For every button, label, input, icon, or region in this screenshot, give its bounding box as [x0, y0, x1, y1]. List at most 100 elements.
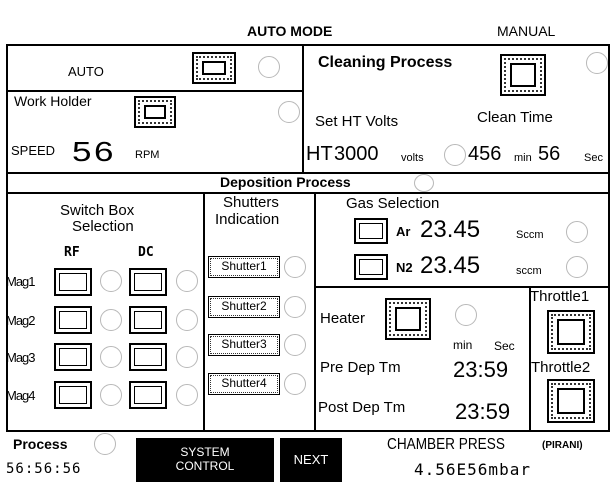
chamber-press-value: 4.56E56mbar — [414, 460, 531, 479]
mag2-dc-indicator — [176, 309, 198, 331]
ar-button[interactable] — [354, 218, 388, 244]
clean-sec-value: 56 — [538, 143, 561, 165]
divider — [6, 192, 610, 194]
pirani-label: (PIRANI) — [542, 440, 583, 451]
throttle2-button[interactable] — [547, 379, 595, 423]
speed-unit: RPM — [135, 149, 160, 161]
heater-button[interactable] — [385, 298, 431, 340]
clean-time-label: Clean Time — [477, 109, 553, 126]
shutter2-button[interactable]: Shutter2 — [208, 296, 280, 318]
n2-unit: sccm — [516, 265, 542, 277]
manual-label[interactable]: MANUAL — [497, 23, 555, 39]
pre-dep-value: 23:59 — [453, 357, 509, 382]
sec-header: Sec — [494, 339, 515, 353]
shutter3-indicator — [284, 334, 306, 356]
ar-unit: Sccm — [516, 229, 544, 241]
post-dep-value: 23:59 — [455, 399, 511, 424]
cleaning-title: Cleaning Process — [318, 54, 453, 71]
next-button[interactable]: NEXT — [280, 438, 342, 482]
mag3-dc-indicator — [176, 346, 198, 368]
shutters-title-2: Indication — [215, 211, 280, 228]
n2-button[interactable] — [354, 254, 388, 280]
shutters-title: Shutters — [223, 194, 279, 211]
speed-label: SPEED — [11, 143, 56, 158]
divider — [203, 192, 205, 432]
rf-label: RF — [64, 245, 80, 260]
switch-box-title-2: Selection — [72, 218, 134, 235]
mag2-dc-button[interactable] — [129, 306, 167, 334]
heater-label: Heater — [320, 310, 366, 327]
mag-label: Mag1 — [6, 274, 36, 289]
auto-label: AUTO — [68, 64, 104, 79]
divider — [314, 192, 316, 432]
auto-indicator — [258, 56, 280, 78]
shutter4-indicator — [284, 373, 306, 395]
mag1-dc-indicator — [176, 270, 198, 292]
mag4-rf-indicator — [100, 384, 122, 406]
mag-label: Mag4 — [6, 388, 36, 403]
heater-indicator — [455, 304, 477, 326]
cleaning-button[interactable] — [500, 54, 546, 96]
throttle2-label: Throttle2 — [531, 359, 591, 376]
system-control-button[interactable]: SYSTEM CONTROL — [136, 438, 274, 482]
work-holder-indicator — [278, 101, 300, 123]
system-control-text-2: CONTROL — [175, 459, 235, 473]
clean-sec-unit: Sec — [584, 152, 603, 164]
mag3-dc-button[interactable] — [129, 343, 167, 371]
ar-value: 23.45 — [420, 216, 481, 243]
auto-button[interactable] — [192, 52, 236, 84]
n2-label: N2 — [396, 260, 413, 275]
mag1-rf-button[interactable] — [54, 268, 92, 296]
switch-box-title: Switch Box — [60, 202, 135, 219]
ar-label: Ar — [396, 224, 411, 239]
gas-title: Gas Selection — [346, 195, 440, 212]
throttle1-button[interactable] — [547, 310, 595, 354]
page-title: AUTO MODE — [247, 23, 333, 39]
pre-dep-label: Pre Dep Tm — [320, 359, 401, 376]
shutter1-button[interactable]: Shutter1 — [208, 256, 280, 278]
set-ht-label: Set HT Volts — [315, 113, 399, 130]
next-label: NEXT — [293, 452, 329, 467]
mag3-rf-button[interactable] — [54, 343, 92, 371]
throttle1-label: Throttle1 — [530, 288, 590, 305]
mag2-rf-indicator — [100, 309, 122, 331]
process-label: Process — [13, 436, 68, 452]
dc-label: DC — [138, 245, 154, 260]
shutter3-button[interactable]: Shutter3 — [208, 334, 280, 356]
divider — [6, 90, 304, 92]
ht-prefix: HT — [306, 143, 333, 165]
mag4-dc-button[interactable] — [129, 381, 167, 409]
speed-value: 56 — [72, 136, 116, 167]
work-holder-label: Work Holder — [14, 93, 92, 109]
shutter4-button[interactable]: Shutter4 — [208, 373, 280, 395]
min-header: min — [453, 338, 473, 352]
post-dep-label: Post Dep Tm — [318, 399, 406, 416]
mag4-dc-indicator — [176, 384, 198, 406]
ht-indicator — [444, 144, 466, 166]
n2-indicator — [566, 256, 588, 278]
mag-label: Mag2 — [6, 313, 36, 328]
ht-unit: volts — [401, 152, 424, 164]
n2-value: 23.45 — [420, 252, 481, 279]
deposition-indicator — [414, 174, 434, 192]
clean-min-value: 456 — [468, 143, 502, 165]
mag2-rf-button[interactable] — [54, 306, 92, 334]
divider — [302, 44, 304, 174]
shutter1-indicator — [284, 256, 306, 278]
mag-label: Mag3 — [6, 350, 36, 365]
mag1-rf-indicator — [100, 270, 122, 292]
system-control-text-1: SYSTEM — [180, 445, 230, 459]
mag3-rf-indicator — [100, 346, 122, 368]
deposition-title: Deposition Process — [220, 174, 351, 190]
clean-min-unit: min — [514, 152, 532, 164]
shutter2-indicator — [284, 296, 306, 318]
work-holder-button[interactable] — [134, 96, 176, 128]
mag1-dc-button[interactable] — [129, 268, 167, 296]
mag4-rf-button[interactable] — [54, 381, 92, 409]
cleaning-indicator — [586, 52, 608, 74]
process-time: 56:56:56 — [6, 461, 82, 477]
chamber-press-label: CHAMBER PRESS — [387, 436, 505, 453]
ar-indicator — [566, 221, 588, 243]
ht-value: 3000 — [334, 143, 379, 165]
process-indicator — [94, 433, 116, 455]
